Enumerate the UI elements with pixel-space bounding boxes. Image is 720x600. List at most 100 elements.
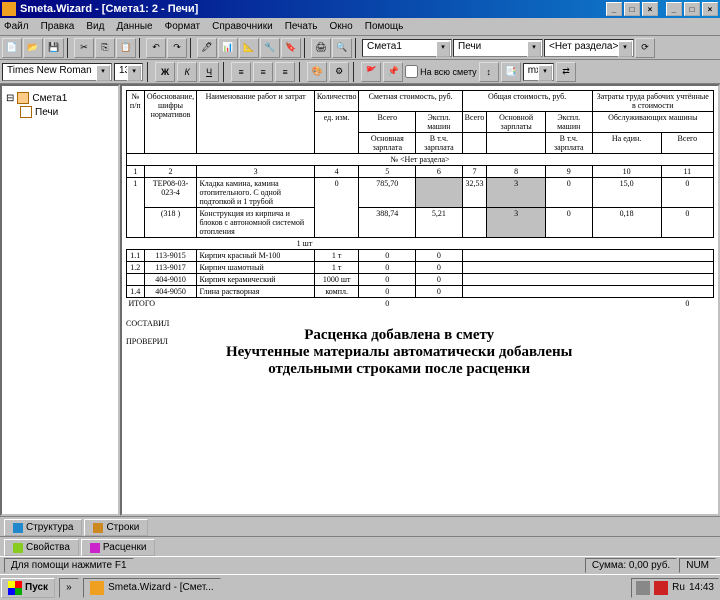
tab-props[interactable]: Свойства [4,539,79,556]
mx-combo[interactable]: mx [523,63,554,81]
quicklaunch[interactable]: » [59,578,79,598]
tray-clock: 14:43 [689,582,714,593]
tab-rates[interactable]: Расценки [81,539,156,556]
tool-d-icon[interactable]: 🔧 [260,38,280,58]
underline-icon[interactable]: Ч [199,62,219,82]
tab-structure[interactable]: Структура [4,519,82,536]
menu-format[interactable]: Формат [165,21,201,32]
task-app-icon [90,581,104,595]
h-base: Основная зарплата [359,133,416,154]
scope-label: На всю смету [420,67,477,77]
italic-icon[interactable]: К [177,62,197,82]
open-icon[interactable]: 📂 [23,38,43,58]
undo-icon[interactable]: ↶ [146,38,166,58]
row-1[interactable]: 1 ТЕР08-03-023-4 Кладка камина, камина о… [127,178,714,208]
flag-icon[interactable]: 🚩 [361,62,381,82]
tree-child[interactable]: Печи [20,106,114,118]
tray-icon-2[interactable] [654,581,668,595]
h-labor: Затраты труда рабочих учтённые в стоимос… [592,91,713,112]
tool-i-icon[interactable]: ⇄ [556,62,576,82]
tree-root[interactable]: ⊟ Смета1 [6,92,114,104]
menu-edit[interactable]: Правка [41,21,75,32]
bottom-tabs: Структура Строки [0,516,720,536]
row-3[interactable]: 1.2113-9017 Кирпич шамотный 1 т0 0 [127,262,714,274]
tool-g-icon[interactable]: ↕ [479,62,499,82]
titlebar: Smeta.Wizard - [Смета1: 2 - Печи] _ □ × … [0,0,720,18]
cut-icon[interactable]: ✂ [74,38,94,58]
estimate-table: № п/п Обоснование, шифры нормативов Наим… [126,90,714,309]
h-total: Общая стоимость, руб. [462,91,592,112]
tool-b-icon[interactable]: 📊 [218,38,238,58]
pin-icon[interactable]: 📌 [383,62,403,82]
align-center-icon[interactable]: ≡ [253,62,273,82]
h-serve: Обслуживающих машины [592,112,713,133]
c11: 11 [661,166,713,178]
font-combo[interactable]: Times New Roman [2,63,112,81]
row-2[interactable]: 1.1113-9015 Кирпич красный М-100 1 т0 0 [127,250,714,262]
menu-help[interactable]: Помощь [365,21,404,32]
tree-panel: ⊟ Смета1 Печи [0,84,120,516]
new-icon[interactable]: 📄 [2,38,22,58]
h-incl1: В т.ч. зарплата [416,133,463,154]
minimize-button[interactable]: _ [606,2,622,16]
status-num: NUM [679,558,716,573]
task-app[interactable]: Smeta.Wizard - [Смет... [83,578,221,598]
menu-file[interactable]: Файл [4,21,29,32]
tab-lines[interactable]: Строки [84,519,148,536]
copy-icon[interactable]: ⎘ [95,38,115,58]
c2: 2 [144,166,197,178]
child-maximize-button[interactable]: □ [684,2,700,16]
message: Расценка добавлена в смету Неучтенные ма… [206,319,592,386]
sheet-panel[interactable]: № п/п Обоснование, шифры нормативов Наим… [120,84,720,516]
status-sum: Сумма: 0,00 руб. [585,558,677,573]
status-help: Для помощи нажмите F1 [4,558,134,573]
sheet-combo[interactable]: Печи [453,39,543,57]
doc-icon [20,106,32,118]
rates-icon [90,543,100,553]
bold-icon[interactable]: Ж [155,62,175,82]
total-row: ИТОГО 0 0 [127,298,714,310]
child-minimize-button[interactable]: _ [666,2,682,16]
tree-root-label: Смета1 [32,93,67,104]
redo-icon[interactable]: ↷ [167,38,187,58]
tray-icon-1[interactable] [636,581,650,595]
start-button[interactable]: Пуск [1,578,55,598]
close-button[interactable]: × [642,2,658,16]
menu-data[interactable]: Данные [116,21,152,32]
c1: 1 [127,166,145,178]
tool-c-icon[interactable]: 📐 [239,38,259,58]
print-icon[interactable]: 🖨 [311,38,331,58]
paste-icon[interactable]: 📋 [116,38,136,58]
child-close-button[interactable]: × [702,2,718,16]
h-cost: Сметная стоимость, руб. [359,91,462,112]
c10: 10 [592,166,661,178]
row-5[interactable]: 1.4404-9050 Глина растворная компл.0 0 [127,286,714,298]
preview-icon[interactable]: 🔍 [332,38,352,58]
align-left-icon[interactable]: ≡ [231,62,251,82]
row-1b[interactable]: (318 ) Конструкция из кирпича и блоков с… [127,208,714,238]
tool-a-icon[interactable]: 🖊 [197,38,217,58]
h-all2: Всего [462,112,487,133]
maximize-button[interactable]: □ [624,2,640,16]
refresh-icon[interactable]: ⟳ [635,38,655,58]
menu-ref[interactable]: Справочники [212,21,273,32]
section-combo[interactable]: <Нет раздела> [544,39,634,57]
size-combo[interactable]: 13 [114,63,143,81]
tool-h-icon[interactable]: 📑 [501,62,521,82]
menu-view[interactable]: Вид [86,21,104,32]
row-4[interactable]: 404-9010 Кирпич керамический 1000 шт0 0 [127,274,714,286]
tool-f-icon[interactable]: ⚙ [329,62,349,82]
save-icon[interactable]: 💾 [44,38,64,58]
sign-composed: СОСТАВИЛ [126,319,206,328]
menu-window[interactable]: Окно [330,21,353,32]
tray-lang[interactable]: Ru [672,582,685,593]
align-right-icon[interactable]: ≡ [275,62,295,82]
c6: 6 [416,166,463,178]
scope-checkbox[interactable] [405,65,418,78]
doc-combo[interactable]: Смета1 [362,39,452,57]
tool-e-icon[interactable]: 🔖 [281,38,301,58]
menu-print[interactable]: Печать [285,21,318,32]
h-num: № п/п [127,91,145,154]
color-icon[interactable]: 🎨 [307,62,327,82]
c4: 4 [314,166,359,178]
